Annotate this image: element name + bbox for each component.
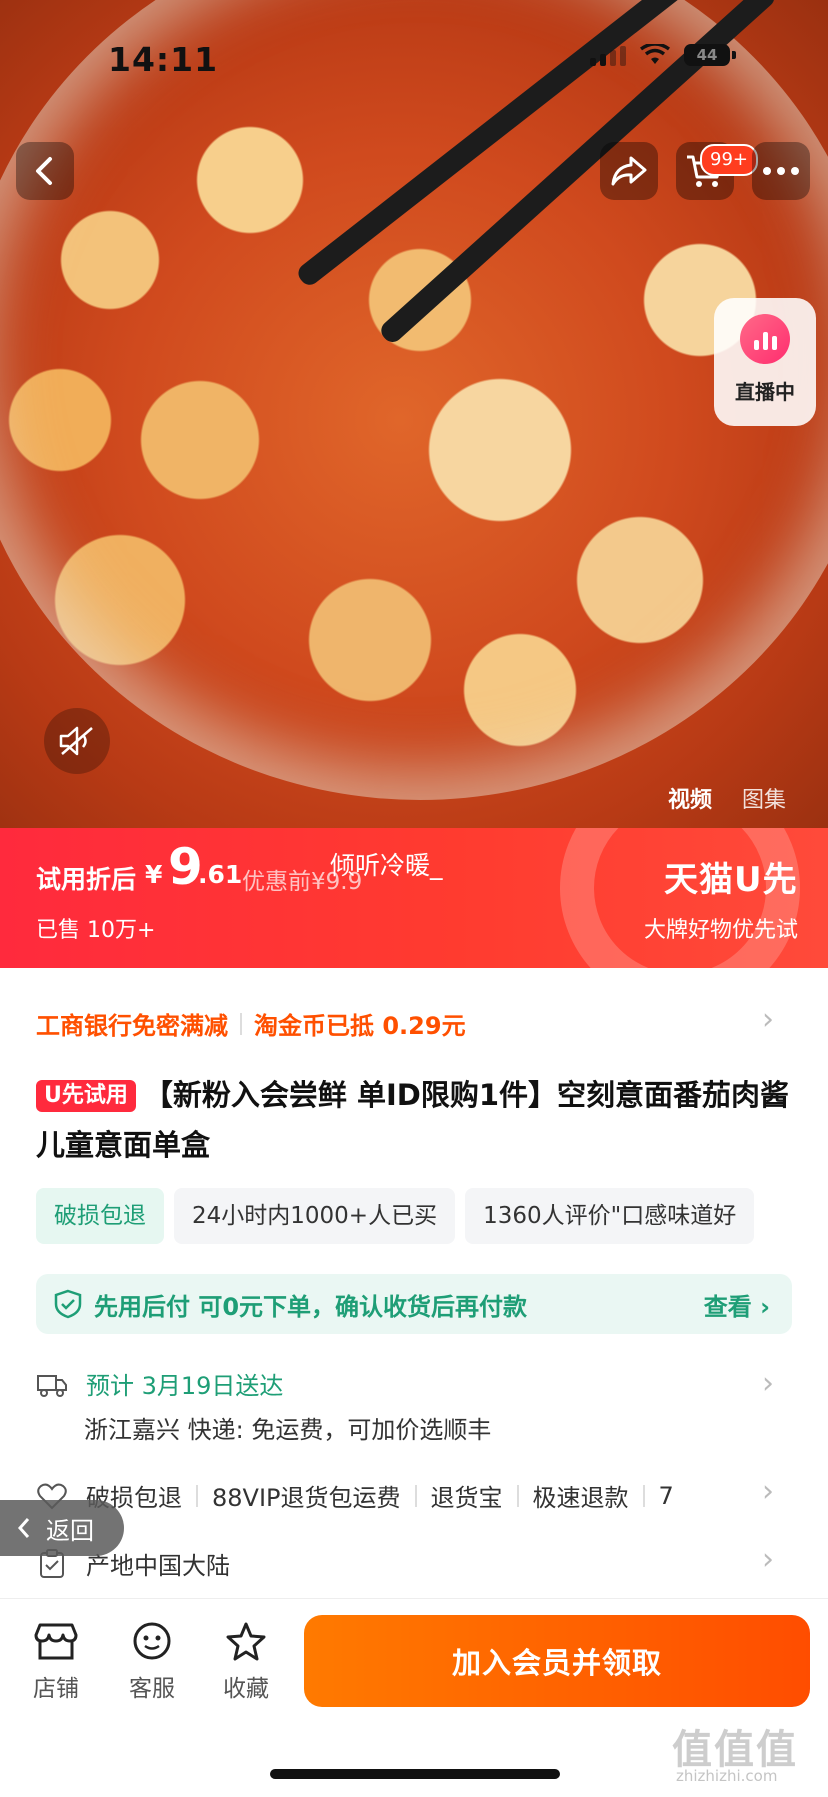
media-tabs: 视频 图集 bbox=[668, 782, 786, 814]
overlay-username: 倾听冷暖_ bbox=[330, 851, 443, 880]
chip-reviews[interactable]: 1360人评价"口感味道好 bbox=[465, 1188, 755, 1244]
trial-tag: U先试用 bbox=[36, 1080, 136, 1112]
divider bbox=[414, 1484, 417, 1507]
share-icon bbox=[611, 156, 647, 186]
mute-button[interactable] bbox=[44, 708, 110, 774]
chevron-right-icon: › bbox=[762, 1474, 774, 1509]
chat-face-icon bbox=[133, 1622, 171, 1660]
home-indicator[interactable] bbox=[270, 1769, 560, 1779]
delivery-detail: 浙江嘉兴 快递: 免运费，可加价选顺丰 bbox=[84, 1416, 492, 1444]
bottom-action-bar: 店铺 客服 收藏 加入会员并领取 值值值 zhizhizhi.com bbox=[0, 1598, 828, 1797]
battery-icon: 44 bbox=[684, 44, 736, 66]
highlight-chips: 破损包退 24小时内1000+人已买 1360人评价"口感味道好 bbox=[36, 1188, 755, 1244]
speaker-muted-icon bbox=[59, 726, 93, 756]
divider bbox=[196, 1484, 198, 1507]
site-watermark-url: zhizhizhi.com bbox=[676, 1767, 778, 1785]
favorite-tab[interactable]: 收藏 bbox=[206, 1621, 286, 1703]
product-video[interactable] bbox=[0, 0, 828, 828]
service-list: 破损包退 88VIP退货包运费 退货宝 极速退款 7 bbox=[86, 1478, 674, 1513]
brand-slogan: 大牌好物优先试 bbox=[644, 918, 799, 943]
store-tab[interactable]: 店铺 bbox=[16, 1621, 96, 1703]
favorite-label: 收藏 bbox=[223, 1676, 269, 1702]
service-item: 88VIP退货包运费 bbox=[212, 1484, 401, 1512]
customer-service-label: 客服 bbox=[129, 1676, 175, 1702]
coupon-row[interactable]: 工商银行免密满减 淘金币已抵 0.29元 bbox=[36, 1006, 466, 1041]
live-stream-entry[interactable]: 直播中 bbox=[714, 298, 816, 426]
store-label: 店铺 bbox=[33, 1676, 79, 1702]
star-icon bbox=[226, 1622, 266, 1661]
share-button[interactable] bbox=[600, 142, 658, 200]
chip-recent-buyers[interactable]: 24小时内1000+人已买 bbox=[174, 1188, 456, 1244]
chevron-right-icon: › bbox=[762, 1002, 774, 1037]
price-label: 试用折后 bbox=[36, 865, 137, 894]
service-row[interactable]: 破损包退 88VIP退货包运费 退货宝 极速退款 7 bbox=[36, 1478, 674, 1513]
service-item: 7 bbox=[658, 1481, 674, 1510]
chevron-right-icon: › bbox=[762, 1366, 774, 1401]
wifi-icon bbox=[640, 44, 670, 64]
divider bbox=[642, 1484, 645, 1507]
delivery-estimate: 预计 3月19日送达 bbox=[86, 1372, 284, 1400]
pay-later-text: 先用后付 可0元下单，确认收货后再付款 bbox=[94, 1292, 528, 1321]
price-currency: ¥ bbox=[145, 860, 163, 889]
bank-coupon: 工商银行免密满减 bbox=[36, 1012, 228, 1040]
chip-damage-refund[interactable]: 破损包退 bbox=[36, 1188, 164, 1244]
more-icon bbox=[763, 167, 799, 175]
pay-later-banner[interactable]: 先用后付 可0元下单，确认收货后再付款 查看 › bbox=[36, 1274, 792, 1334]
join-member-button[interactable]: 加入会员并领取 bbox=[304, 1615, 810, 1707]
signal-icon bbox=[590, 44, 626, 66]
floating-back-label: 返回 bbox=[46, 1516, 94, 1545]
status-time: 14:11 bbox=[108, 40, 219, 79]
chevron-left-icon bbox=[17, 1518, 30, 1538]
truck-icon bbox=[37, 1374, 67, 1397]
tab-video[interactable]: 视频 bbox=[668, 782, 712, 814]
promo-banner: 试用折后 ¥ 9 .61 优惠前¥9.9 倾听冷暖_ 已售 10万+ 天猫U先 … bbox=[0, 828, 828, 968]
tab-gallery[interactable]: 图集 bbox=[742, 782, 786, 814]
divider bbox=[240, 1012, 242, 1035]
live-icon bbox=[740, 314, 790, 364]
product-title: U先试用 【新粉入会尝鲜 单ID限购1件】空刻意面番茄肉酱儿童意面单盒 bbox=[36, 1070, 796, 1170]
shield-check-icon bbox=[54, 1289, 82, 1319]
cart-count-badge: 99+ bbox=[700, 144, 758, 176]
product-title-text: 【新粉入会尝鲜 单ID限购1件】空刻意面番茄肉酱儿童意面单盒 bbox=[36, 1078, 790, 1162]
more-button[interactable] bbox=[752, 142, 810, 200]
service-item: 退货宝 bbox=[430, 1484, 503, 1512]
bowl-rim bbox=[0, 0, 828, 800]
chevron-left-icon bbox=[36, 157, 52, 185]
status-icons: 44 bbox=[590, 44, 736, 66]
coin-coupon: 淘金币已抵 0.29元 bbox=[254, 1012, 466, 1040]
service-item: 极速退款 bbox=[532, 1484, 629, 1512]
live-label: 直播中 bbox=[735, 380, 795, 404]
delivery-row[interactable]: 预计 3月19日送达 bbox=[36, 1366, 283, 1401]
floating-back-button[interactable]: 返回 bbox=[0, 1500, 124, 1556]
brand-logo: 天猫U先 bbox=[664, 860, 798, 900]
sold-count: 已售 10万+ bbox=[36, 918, 156, 943]
chevron-right-icon: › bbox=[762, 1542, 774, 1577]
back-button[interactable] bbox=[16, 142, 74, 200]
customer-service-tab[interactable]: 客服 bbox=[112, 1621, 192, 1703]
store-icon bbox=[34, 1623, 78, 1660]
divider bbox=[516, 1484, 519, 1507]
pay-later-view-link[interactable]: 查看 › bbox=[704, 1287, 770, 1322]
price-decimal: .61 bbox=[198, 860, 243, 889]
